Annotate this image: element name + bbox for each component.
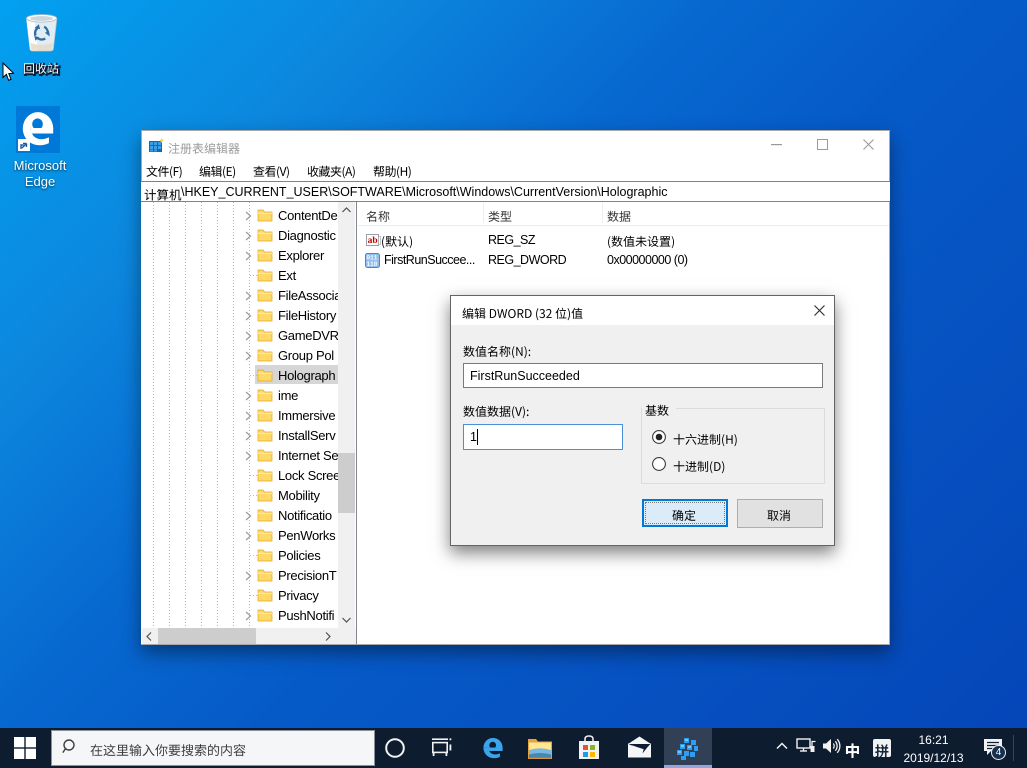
- svg-text:ab: ab: [368, 236, 378, 246]
- svg-text:110: 110: [367, 261, 378, 268]
